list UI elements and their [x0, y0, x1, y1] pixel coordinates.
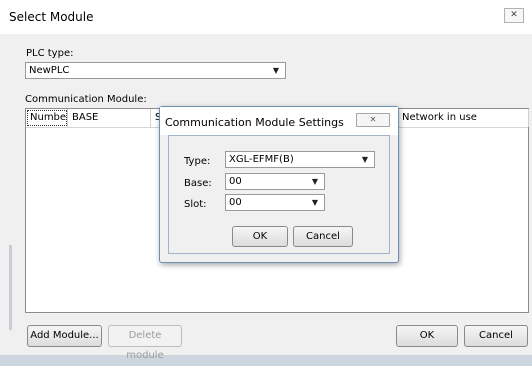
dialog-title-bar: Communication Module Settings ✕ — [160, 107, 398, 135]
slot-value: 00 — [229, 197, 242, 208]
column-header-number[interactable]: Number — [26, 109, 68, 127]
dialog-cancel-button[interactable]: Cancel — [293, 226, 353, 247]
type-label: Type: — [184, 156, 211, 167]
type-value: XGL-EFMF(B) — [229, 154, 294, 165]
title-bar: Select Module ✕ — [0, 0, 532, 34]
base-select[interactable]: 00 ▼ — [225, 173, 325, 190]
window-title: Select Module — [9, 10, 94, 24]
close-icon[interactable]: ✕ — [504, 8, 524, 23]
dialog-settings-panel: Type: XGL-EFMF(B) ▼ Base: 00 ▼ Slot: 00 … — [168, 135, 390, 254]
delete-module-button[interactable]: Delete module — [108, 325, 182, 361]
base-label: Base: — [184, 178, 212, 189]
slot-select[interactable]: 00 ▼ — [225, 194, 325, 211]
plc-type-value: NewPLC — [29, 65, 70, 76]
ok-button[interactable]: OK — [396, 325, 458, 347]
chevron-down-icon: ▼ — [311, 198, 318, 207]
dialog-close-icon[interactable]: ✕ — [356, 113, 390, 127]
dialog-ok-button[interactable]: OK — [232, 226, 288, 247]
chevron-down-icon: ▼ — [361, 155, 368, 164]
base-value: 00 — [229, 176, 242, 187]
communication-module-label: Communication Module: — [25, 94, 147, 105]
type-select[interactable]: XGL-EFMF(B) ▼ — [225, 151, 375, 168]
cancel-button[interactable]: Cancel — [464, 325, 528, 347]
add-module-button[interactable]: Add Module... — [27, 325, 102, 347]
select-module-window: Select Module ✕ PLC type: NewPLC ▼ Commu… — [0, 0, 532, 361]
communication-module-settings-dialog: Communication Module Settings ✕ Type: XG… — [159, 106, 399, 263]
slot-label: Slot: — [184, 199, 207, 210]
column-header-base[interactable]: BASE — [68, 109, 151, 127]
chevron-down-icon: ▼ — [272, 66, 279, 75]
dialog-title: Communication Module Settings — [165, 116, 344, 129]
plc-type-select[interactable]: NewPLC ▼ — [25, 62, 286, 79]
left-edge-strip — [9, 245, 12, 330]
column-header-network[interactable]: Network in use — [397, 109, 529, 127]
plc-type-label: PLC type: — [26, 48, 74, 59]
chevron-down-icon: ▼ — [311, 177, 318, 186]
